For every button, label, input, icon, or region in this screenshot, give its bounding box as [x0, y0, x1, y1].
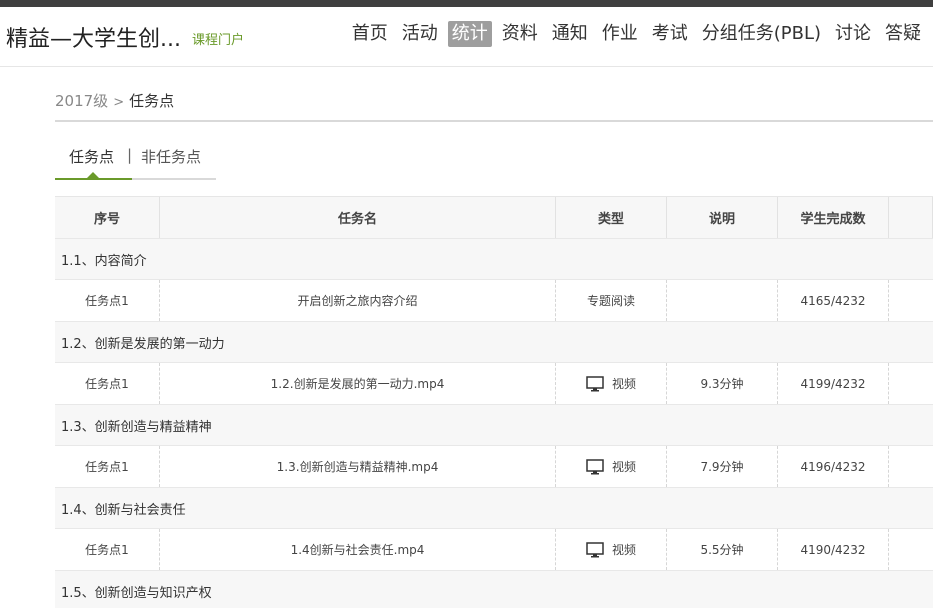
nav-item-statistics[interactable]: 统计 — [447, 21, 492, 47]
task-index: 任务点1 — [55, 363, 160, 404]
nav-item-group-tasks[interactable]: 分组任务(PBL) — [698, 21, 825, 47]
active-tab-caret — [87, 172, 99, 178]
header-note: 说明 — [667, 197, 778, 238]
header: 精益—大学生创... 课程门户 首页 活动 统计 资料 通知 作业 考试 分组任… — [0, 7, 933, 67]
top-bar — [0, 0, 933, 7]
table-row: 任务点1 1.2.创新是发展的第一动力.mp4 视频 9.3分钟 4199/42… — [55, 363, 933, 405]
nav-item-discussion[interactable]: 讨论 — [831, 21, 875, 47]
task-index: 任务点1 — [55, 280, 160, 321]
task-name: 开启创新之旅内容介绍 — [160, 280, 556, 321]
task-extra — [889, 280, 933, 321]
breadcrumb-separator: > — [113, 95, 125, 110]
active-tab-underline — [55, 178, 132, 180]
tab-bar: 任务点 | 非任务点 — [55, 144, 216, 180]
task-type-cell: 视频 — [556, 529, 667, 570]
nav-item-notices[interactable]: 通知 — [548, 21, 592, 47]
table-row: 任务点1 1.3.创新创造与精益精神.mp4 视频 7.9分钟 4196/423… — [55, 446, 933, 488]
task-type: 专题阅读 — [556, 280, 667, 321]
task-completed: 4199/4232 — [778, 363, 889, 404]
section-row: 1.3、创新创造与精益精神 — [55, 405, 933, 446]
monitor-icon — [586, 458, 604, 474]
task-index: 任务点1 — [55, 446, 160, 487]
task-index: 任务点1 — [55, 529, 160, 570]
section-row: 1.5、创新创造与知识产权 — [55, 571, 933, 608]
monitor-icon — [586, 375, 604, 391]
task-note: 7.9分钟 — [667, 446, 778, 487]
task-name: 1.4创新与社会责任.mp4 — [160, 529, 556, 570]
tab-separator: | — [127, 146, 133, 164]
task-completed: 4196/4232 — [778, 446, 889, 487]
header-index: 序号 — [55, 197, 160, 238]
main-nav: 首页 活动 统计 资料 通知 作业 考试 分组任务(PBL) 讨论 答疑 — [348, 21, 925, 47]
breadcrumb: 2017级 > 任务点 — [55, 90, 174, 111]
task-note: 9.3分钟 — [667, 363, 778, 404]
course-title: 精益—大学生创... — [6, 27, 181, 52]
course-portal-link[interactable]: 课程门户 — [192, 29, 244, 48]
task-extra — [889, 363, 933, 404]
table-header-row: 序号 任务名 类型 说明 学生完成数 — [55, 197, 933, 239]
monitor-icon — [586, 541, 604, 557]
nav-item-activity[interactable]: 活动 — [398, 21, 442, 47]
nav-item-materials[interactable]: 资料 — [498, 21, 542, 47]
header-task-name: 任务名 — [160, 197, 556, 238]
task-completed: 4190/4232 — [778, 529, 889, 570]
header-extra — [889, 197, 933, 238]
header-type: 类型 — [556, 197, 667, 238]
task-type: 视频 — [611, 460, 636, 474]
nav-item-home[interactable]: 首页 — [348, 21, 392, 47]
task-note: 5.5分钟 — [667, 529, 778, 570]
table-row: 任务点1 开启创新之旅内容介绍 专题阅读 4165/4232 — [55, 280, 933, 322]
nav-item-qa[interactable]: 答疑 — [881, 21, 925, 47]
nav-item-homework[interactable]: 作业 — [598, 21, 642, 47]
task-type-cell: 视频 — [556, 446, 667, 487]
task-name: 1.3.创新创造与精益精神.mp4 — [160, 446, 556, 487]
task-type: 视频 — [611, 377, 636, 391]
task-extra — [889, 529, 933, 570]
task-type-cell: 视频 — [556, 363, 667, 404]
task-table: 序号 任务名 类型 说明 学生完成数 1.1、内容简介 任务点1 开启创新之旅内… — [55, 196, 933, 608]
task-note — [667, 280, 778, 321]
breadcrumb-current: 任务点 — [129, 92, 175, 110]
section-row: 1.4、创新与社会责任 — [55, 488, 933, 529]
table-row: 任务点1 1.4创新与社会责任.mp4 视频 5.5分钟 4190/4232 — [55, 529, 933, 571]
section-row: 1.2、创新是发展的第一动力 — [55, 322, 933, 363]
breadcrumb-divider — [55, 120, 933, 122]
task-name: 1.2.创新是发展的第一动力.mp4 — [160, 363, 556, 404]
breadcrumb-grade-link[interactable]: 2017级 — [55, 92, 108, 110]
header-completed: 学生完成数 — [778, 197, 889, 238]
task-completed: 4165/4232 — [778, 280, 889, 321]
task-extra — [889, 446, 933, 487]
tab-task-points[interactable]: 任务点 — [69, 146, 114, 167]
task-type: 视频 — [611, 543, 636, 557]
section-row: 1.1、内容简介 — [55, 239, 933, 280]
nav-item-exams[interactable]: 考试 — [648, 21, 692, 47]
tab-non-task-points[interactable]: 非任务点 — [141, 146, 201, 167]
